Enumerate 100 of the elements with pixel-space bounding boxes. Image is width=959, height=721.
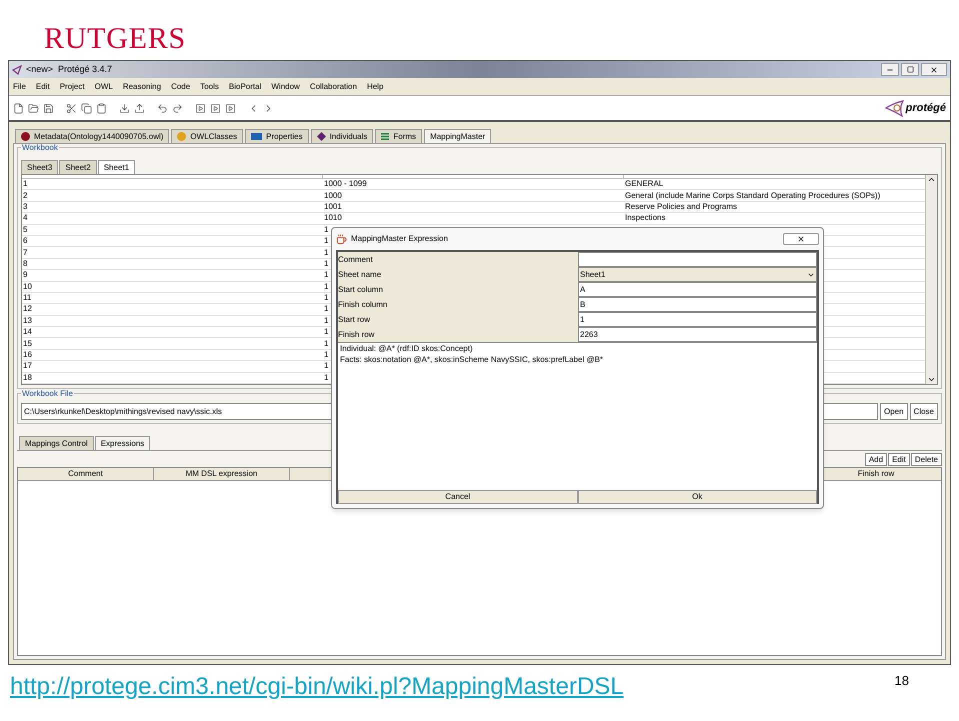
minimize-button[interactable] <box>881 63 899 76</box>
action-button[interactable]: Add <box>864 453 888 466</box>
tab[interactable]: Expressions <box>94 436 150 450</box>
table-cell: GENERAL <box>624 180 664 188</box>
expression-editor[interactable]: Individual: @A* (rdf:ID skos:Concept) Facts: skos:notation @A*, skos:inScheme NavySSIC, skos:prefLabel @B* <box>338 342 817 490</box>
tab[interactable]: Properties <box>245 129 309 143</box>
table-cell: 1 <box>323 328 330 336</box>
table-cell: 8 <box>22 260 28 268</box>
table-cell: 3 <box>22 202 28 211</box>
table-cell: 13 <box>22 316 33 325</box>
table-cell: 5 <box>22 226 28 234</box>
dialog-button[interactable]: Ok <box>578 490 817 504</box>
table-cell: Reserve Policies and Programs <box>624 202 738 211</box>
menu-item[interactable]: Project <box>60 82 85 90</box>
input-field[interactable]: 1 <box>578 312 817 327</box>
table-cell: General (include Marine Corps Standard Operating Procedures (SOPs)) <box>624 192 882 200</box>
tab[interactable]: Mappings Control <box>19 436 94 450</box>
table-cell: 1 <box>323 226 330 234</box>
field-label: Sheet name <box>338 267 578 282</box>
table-cell: 14 <box>22 328 33 336</box>
menu-item[interactable]: Reasoning <box>122 82 162 90</box>
save-icon[interactable] <box>43 102 54 114</box>
table-cell: 7 <box>22 248 28 257</box>
redo-icon[interactable] <box>172 102 183 114</box>
table-cell: 2 <box>22 192 28 200</box>
field-label: Finish row <box>338 327 578 342</box>
tab[interactable]: OWLClasses <box>171 129 244 143</box>
table-cell: 18 <box>22 374 33 382</box>
input-field[interactable] <box>578 252 817 267</box>
column-header[interactable]: Comment <box>18 468 154 480</box>
table-cell: 11 <box>22 294 32 302</box>
export-icon[interactable] <box>134 102 145 114</box>
table-cell: 16 <box>22 351 33 360</box>
table-cell: 9 <box>22 271 28 280</box>
open-folder-icon[interactable] <box>28 102 39 114</box>
brand-name: protégé <box>906 102 946 114</box>
tab[interactable]: Forms <box>375 129 422 143</box>
play-box-icon[interactable] <box>210 102 221 114</box>
group-title: Workbook <box>21 144 59 152</box>
tab[interactable]: Metadata(Ontology1440090705.owl) <box>15 129 170 143</box>
table-cell: 1 <box>323 237 330 246</box>
table-cell: 1000 - 1099 <box>323 180 368 188</box>
table-cell: 1 <box>323 260 330 268</box>
play-box-icon[interactable] <box>195 102 206 114</box>
app-icon <box>12 64 22 74</box>
cut-icon[interactable] <box>66 102 77 114</box>
table-cell: 1 <box>323 316 330 325</box>
input-field[interactable]: 2263 <box>578 327 817 342</box>
dialog-button[interactable]: Cancel <box>338 490 578 504</box>
table-cell: 1010 <box>323 214 343 222</box>
table-cell: 1 <box>323 305 330 314</box>
file-button[interactable]: Close <box>910 403 938 420</box>
group-title: Workbook File <box>21 390 74 398</box>
import-icon[interactable] <box>119 102 130 114</box>
menu-item[interactable]: File <box>13 82 26 90</box>
menu-item[interactable]: Tools <box>200 82 219 90</box>
action-button[interactable]: Edit <box>888 453 910 466</box>
close-button[interactable] <box>783 233 819 245</box>
maximize-button[interactable] <box>901 63 919 76</box>
menu-item[interactable]: Edit <box>36 82 50 90</box>
table-cell: 1 <box>323 362 330 370</box>
table-cell: Inspections <box>624 214 666 222</box>
tab[interactable]: Individuals <box>310 129 374 143</box>
close-icon <box>797 235 805 243</box>
table-cell: 1 <box>323 248 330 257</box>
table-cell: 1 <box>323 351 330 360</box>
menu-item[interactable]: Collaboration <box>310 82 357 90</box>
menu-item[interactable]: Help <box>366 82 384 90</box>
sheet-tab[interactable]: Sheet1 <box>98 160 136 174</box>
action-button[interactable]: Delete <box>910 453 942 466</box>
table-cell: 12 <box>22 305 33 314</box>
table-cell: 1 <box>323 271 330 280</box>
menu-item[interactable]: Code <box>171 82 190 90</box>
input-field[interactable]: B <box>578 297 817 312</box>
select-field[interactable]: Sheet1 <box>578 267 817 282</box>
sheet-tab[interactable]: Sheet2 <box>59 160 97 174</box>
menu-item[interactable]: Window <box>271 82 300 90</box>
play-box-icon[interactable] <box>225 102 236 114</box>
new-file-icon[interactable] <box>13 102 24 114</box>
menu-item[interactable]: OWL <box>94 82 113 90</box>
file-button[interactable]: Open <box>880 403 908 420</box>
university-logo: RUTGERS <box>44 24 186 54</box>
table-cell: 1 <box>22 180 28 188</box>
page-number: 18 <box>894 672 910 690</box>
table-cell: 1 <box>323 282 330 291</box>
input-field[interactable]: A <box>578 282 817 297</box>
table-cell: 6 <box>22 237 28 246</box>
close-button[interactable] <box>921 63 947 76</box>
undo-icon[interactable] <box>157 102 168 114</box>
scroll-up-icon[interactable] <box>927 175 936 184</box>
copy-icon[interactable] <box>81 102 92 114</box>
sheet-tab[interactable]: Sheet3 <box>21 160 58 174</box>
table-cell: 1001 <box>323 202 343 211</box>
paste-icon[interactable] <box>96 102 107 114</box>
tab[interactable]: MappingMaster <box>424 129 492 143</box>
field-label: Finish column <box>338 297 578 312</box>
expression-line: Individual: @A* (rdf:ID skos:Concept) <box>340 345 474 353</box>
menu-item[interactable]: BioPortal <box>228 82 262 90</box>
table-cell: 1 <box>323 294 330 302</box>
column-header[interactable]: MM DSL expression <box>154 468 290 480</box>
